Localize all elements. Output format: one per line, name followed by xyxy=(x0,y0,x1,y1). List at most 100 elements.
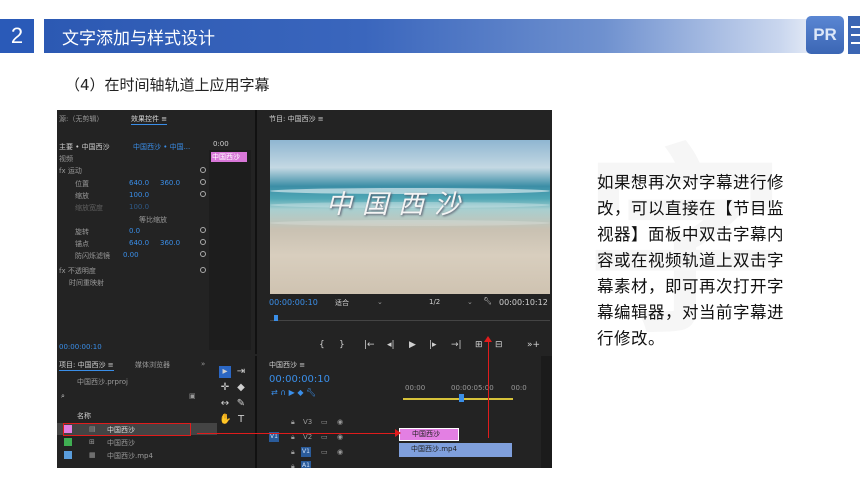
tab-project[interactable]: 项目: 中国西沙 ≡ xyxy=(59,360,114,371)
prop-row[interactable]: 等比缩放 xyxy=(57,214,207,225)
play-icon[interactable]: ▶ xyxy=(409,340,416,350)
mark-in-icon[interactable]: { xyxy=(319,340,325,350)
prop-value[interactable]: 360.0 xyxy=(160,179,180,187)
sync-icon[interactable]: ▭ xyxy=(321,448,328,456)
prop-row[interactable]: 防闪烁滤镜 0.00 xyxy=(57,250,207,261)
prop-row[interactable]: 旋转 0.0 xyxy=(57,226,207,237)
program-timecode[interactable]: 00:00:00:10 xyxy=(269,298,318,307)
hand-tool-icon[interactable]: ✋ xyxy=(219,414,231,426)
prop-value[interactable]: 0.00 xyxy=(123,251,139,259)
effect-opacity[interactable]: fx 不透明度 xyxy=(59,266,96,276)
mark-out-icon[interactable]: } xyxy=(339,340,345,350)
prop-row[interactable]: 缩放宽度 100.0 xyxy=(57,202,207,213)
breadcrumb-sequence[interactable]: 中国西沙 • 中国... xyxy=(133,142,190,152)
prop-label: 锚点 xyxy=(75,240,89,248)
program-scrubber[interactable] xyxy=(270,320,550,321)
type-tool-icon[interactable]: T xyxy=(235,414,247,426)
reset-icon[interactable] xyxy=(200,191,206,197)
reset-icon[interactable] xyxy=(200,251,206,257)
video-clip[interactable]: 中国西沙.mp4 xyxy=(399,443,512,457)
item-name: 中国西沙.mp4 xyxy=(107,452,153,460)
timeline-playhead[interactable] xyxy=(459,394,464,402)
ripple-edit-tool-icon[interactable]: ✛ xyxy=(219,382,231,394)
description-text: 如果想再次对字幕进行修改，可以直接在【节目监视器】面板中双击字幕内容或在视频轨道… xyxy=(597,173,784,348)
track-label[interactable]: V1 xyxy=(301,447,311,457)
wrench-icon[interactable]: 🔧︎ xyxy=(483,297,492,305)
prop-value[interactable]: 360.0 xyxy=(160,239,180,247)
timeline-scrollbar[interactable] xyxy=(541,356,552,468)
track-header-v1[interactable]: 🔒︎ V1 ▭ ◉ xyxy=(263,446,403,459)
prop-value[interactable]: 640.0 xyxy=(129,179,149,187)
lock-icon[interactable]: 🔒︎ xyxy=(291,418,295,427)
eye-icon[interactable]: ◉ xyxy=(337,418,343,426)
slip-tool-icon[interactable]: ↔ xyxy=(219,398,231,410)
playhead-marker[interactable] xyxy=(274,315,278,321)
title-clip[interactable]: 中国西沙 xyxy=(399,428,459,441)
reset-icon[interactable] xyxy=(200,227,206,233)
resolution-chevron-icon[interactable]: ⌄ xyxy=(467,298,473,306)
tab-source[interactable]: 源:（无剪辑） xyxy=(59,114,103,124)
prop-row[interactable]: 锚点 640.0 360.0 xyxy=(57,238,207,249)
prop-row[interactable]: 位置 640.0 360.0 xyxy=(57,178,207,189)
list-item[interactable]: ▦ 中国西沙.mp4 xyxy=(57,449,217,461)
insert-icon[interactable]: ⊞ xyxy=(475,340,483,350)
folder-icon[interactable]: ▣ xyxy=(189,392,196,400)
tools-panel: ▸ ⇥ ✛ ◆ ↔ ✎ ✋ T xyxy=(215,360,255,466)
track-header-a1[interactable]: 🔒︎ A1 xyxy=(263,460,403,468)
resolution-dropdown[interactable]: 1/2 xyxy=(429,298,440,306)
fit-dropdown[interactable]: 适合 xyxy=(335,298,349,308)
reset-icon[interactable] xyxy=(200,239,206,245)
prop-value[interactable]: 100.0 xyxy=(129,191,149,199)
effect-time-remap[interactable]: 时间重映射 xyxy=(69,278,104,288)
fit-chevron-icon[interactable]: ⌄ xyxy=(377,298,383,306)
timeline-tool-icons[interactable]: ⇄ ∩ ▶ ◆ 🔧︎ xyxy=(271,388,316,397)
effect-motion[interactable]: fx 运动 xyxy=(59,166,82,176)
selection-tool-icon[interactable]: ▸ xyxy=(219,366,231,378)
eye-icon[interactable]: ◉ xyxy=(337,448,343,456)
reset-icon[interactable] xyxy=(200,179,206,185)
prop-value[interactable]: 100.0 xyxy=(129,203,149,211)
title-caption[interactable]: 中国西沙 xyxy=(326,184,470,221)
go-to-in-icon[interactable]: |← xyxy=(364,340,375,350)
breadcrumb-main[interactable]: 主要 • 中国西沙 xyxy=(59,142,110,152)
prop-checkbox-label[interactable]: 等比缩放 xyxy=(139,215,167,225)
track-select-tool-icon[interactable]: ⇥ xyxy=(235,366,247,378)
lock-icon[interactable]: 🔒︎ xyxy=(291,433,295,442)
step-forward-icon[interactable]: |▸ xyxy=(429,340,437,350)
prop-label: 位置 xyxy=(75,180,89,188)
prop-value[interactable]: 0.0 xyxy=(129,227,140,235)
program-title[interactable]: 节目: 中国西沙 ≡ xyxy=(269,114,324,124)
track-header-v3[interactable]: 🔒︎ V3 ▭ ◉ xyxy=(263,416,403,429)
search-icon[interactable]: ⌕ xyxy=(61,392,65,401)
track-label[interactable]: A1 xyxy=(301,461,311,468)
work-area-bar[interactable] xyxy=(403,398,513,400)
ec-timecode: 0:00 xyxy=(213,140,229,148)
reset-icon[interactable] xyxy=(200,267,206,273)
prop-value[interactable]: 640.0 xyxy=(129,239,149,247)
tab-media-browser[interactable]: 媒体浏览器 xyxy=(135,360,170,370)
prop-label: 防闪烁滤镜 xyxy=(75,252,110,260)
timeline-timecode[interactable]: 00:00:00:10 xyxy=(269,374,330,385)
premiere-logo: PR xyxy=(806,16,844,54)
slide-title: 文字添加与样式设计 xyxy=(62,29,215,49)
step-back-icon[interactable]: ◂| xyxy=(387,340,395,350)
tab-effect-controls[interactable]: 效果控件 ≡ xyxy=(131,114,168,125)
eye-icon[interactable]: ◉ xyxy=(337,433,343,441)
reset-icon[interactable] xyxy=(200,167,206,173)
prop-row[interactable]: 缩放 100.0 xyxy=(57,190,207,201)
razor-tool-icon[interactable]: ◆ xyxy=(235,382,247,394)
column-name[interactable]: 名称 xyxy=(77,411,91,421)
overwrite-icon[interactable]: ⊟ xyxy=(495,340,503,350)
panel-overflow-icon[interactable]: » xyxy=(201,360,205,368)
timeline-tab[interactable]: 中国西沙 ≡ xyxy=(269,360,305,370)
lock-icon[interactable]: 🔒︎ xyxy=(291,448,295,457)
program-video-frame[interactable]: 中国西沙 xyxy=(270,140,550,294)
list-item[interactable]: ⊞ 中国西沙 xyxy=(57,436,217,448)
go-to-out-icon[interactable]: →| xyxy=(451,340,462,350)
lock-icon[interactable]: 🔒︎ xyxy=(291,462,295,468)
sync-icon[interactable]: ▭ xyxy=(321,433,328,441)
add-button-icon[interactable]: »+ xyxy=(527,340,540,350)
ec-timecode-bottom[interactable]: 00:00:00:10 xyxy=(59,343,102,351)
pen-tool-icon[interactable]: ✎ xyxy=(235,398,247,410)
sync-icon[interactable]: ▭ xyxy=(321,418,328,426)
